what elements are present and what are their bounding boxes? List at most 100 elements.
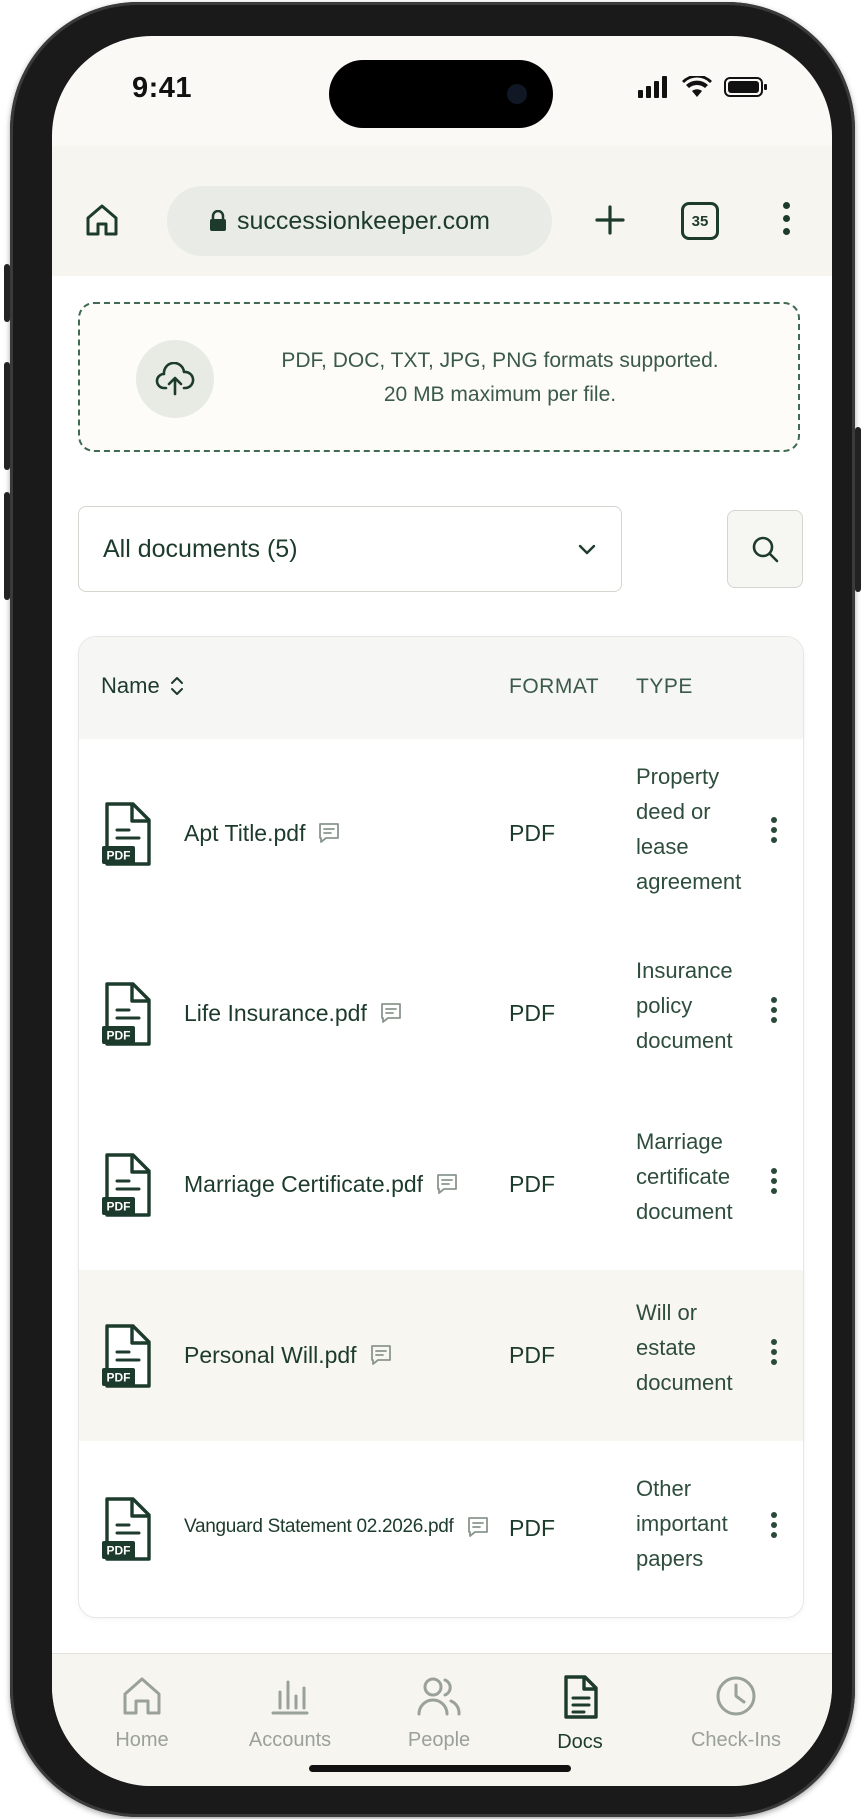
note-icon[interactable] [379, 1001, 403, 1025]
pdf-badge-label: PDF [107, 1544, 131, 1558]
header-name-label: Name [101, 673, 160, 698]
pdf-badge-label: PDF [107, 1199, 131, 1213]
file-name[interactable]: Marriage Certificate.pdf [184, 1171, 459, 1198]
home-indicator [309, 1765, 571, 1772]
row-more-options-icon[interactable] [771, 1335, 779, 1369]
pdf-file-icon: PDF [101, 1322, 153, 1395]
nav-people-label: People [407, 1729, 471, 1751]
file-format: PDF [509, 999, 555, 1026]
power-button [855, 427, 861, 592]
header-format: FORMAT [509, 675, 600, 698]
pdf-file-icon: PDF [101, 1151, 153, 1224]
file-name-text: Vanguard Statement 02.2026.pdf [184, 1516, 454, 1537]
nav-docs-label: Docs [557, 1731, 603, 1753]
action-button [4, 264, 10, 322]
phone-frame: 9:41 successionkeeper.com 35 PDF, DOC, T… [4, 2, 861, 1817]
file-name[interactable]: Vanguard Statement 02.2026.pdf [184, 1515, 490, 1539]
file-name-text: Apt Title.pdf [184, 819, 306, 846]
file-name[interactable]: Apt Title.pdf [184, 820, 341, 847]
file-name-text: Personal Will.pdf [184, 1341, 357, 1368]
nav-accounts[interactable]: Accounts [230, 1674, 350, 1752]
table-row[interactable]: PDF Life Insurance.pdf PDF Insurance pol… [79, 928, 803, 1100]
url-text: successionkeeper.com [237, 206, 490, 235]
volume-up-button [4, 362, 10, 470]
file-type: Marriage certificate document [636, 1129, 733, 1224]
row-more-options-icon[interactable] [771, 1508, 779, 1542]
file-format: PDF [509, 1170, 555, 1197]
nav-check-ins-label: Check-Ins [690, 1729, 782, 1751]
file-name[interactable]: Life Insurance.pdf [184, 1000, 403, 1027]
file-format: PDF [509, 819, 555, 846]
upload-dropzone[interactable]: PDF, DOC, TXT, JPG, PNG formats supporte… [78, 302, 800, 452]
filter-selected-value: All documents (5) [103, 534, 298, 563]
table-row[interactable]: PDF Marriage Certificate.pdf PDF Marriag… [79, 1099, 803, 1271]
note-icon[interactable] [466, 1515, 490, 1539]
upload-hint-size: 20 MB maximum per file. [383, 383, 617, 406]
file-format: PDF [509, 1515, 555, 1541]
upload-hint: PDF, DOC, TXT, JPG, PNG formats supporte… [250, 344, 750, 412]
documents-table: Name FORMAT TYPE PDF Apt Title.pdf PDF P… [78, 636, 804, 1618]
bar-chart-icon [271, 1680, 309, 1715]
nav-check-ins[interactable]: Check-Ins [676, 1674, 796, 1752]
lock-icon [210, 210, 226, 231]
battery-icon [724, 77, 767, 97]
file-name-text: Life Insurance.pdf [184, 999, 367, 1026]
document-icon [564, 1675, 598, 1719]
search-icon [752, 536, 779, 563]
pdf-file-icon: PDF [101, 1495, 153, 1568]
note-icon[interactable] [317, 821, 341, 845]
camera-icon [507, 84, 527, 104]
signal-icon [638, 76, 667, 98]
note-icon[interactable] [369, 1343, 393, 1367]
file-type: Other important papers [636, 1476, 728, 1571]
nav-docs[interactable]: Docs [520, 1674, 640, 1754]
upload-icon-circle [136, 340, 214, 418]
dynamic-island [329, 60, 553, 128]
pdf-badge-label: PDF [107, 848, 131, 862]
upload-hint-formats: PDF, DOC, TXT, JPG, PNG formats supporte… [281, 349, 719, 372]
file-name[interactable]: Personal Will.pdf [184, 1342, 393, 1369]
file-type: Will or estate document [636, 1300, 733, 1395]
status-icons [638, 76, 768, 98]
row-more-options-icon[interactable] [771, 813, 779, 847]
chevron-down-icon [578, 544, 596, 555]
table-header: Name FORMAT TYPE [79, 637, 803, 740]
sort-by-name-header[interactable]: Name [101, 673, 184, 699]
clock-icon [716, 1676, 756, 1716]
nav-accounts-label: Accounts [248, 1729, 332, 1751]
table-row[interactable]: PDF Apt Title.pdf PDF Property deed or l… [79, 739, 803, 929]
file-name-text: Marriage Certificate.pdf [184, 1170, 424, 1197]
browser-home-icon[interactable] [82, 200, 122, 240]
people-icon [417, 1677, 461, 1716]
search-button[interactable] [727, 510, 803, 588]
new-tab-plus-icon[interactable] [590, 200, 630, 240]
file-type: Insurance policy document [636, 958, 733, 1053]
file-format: PDF [509, 1341, 555, 1368]
note-icon[interactable] [435, 1172, 459, 1196]
browser-menu-icon[interactable] [776, 198, 796, 238]
nav-home-label: Home [115, 1729, 169, 1751]
nav-home[interactable]: Home [82, 1674, 202, 1752]
screen: 9:41 successionkeeper.com 35 PDF, DOC, T… [52, 36, 832, 1786]
status-bar: 9:41 [52, 36, 832, 146]
browser-toolbar: successionkeeper.com 35 [52, 146, 832, 277]
header-type: TYPE [636, 675, 693, 698]
wifi-icon [682, 76, 712, 97]
pdf-file-icon: PDF [101, 800, 153, 873]
pdf-file-icon: PDF [101, 980, 153, 1053]
document-filter-select[interactable]: All documents (5) [78, 506, 622, 592]
cloud-upload-icon [155, 362, 195, 396]
table-row[interactable]: PDF Vanguard Statement 02.2026.pdf PDF O… [79, 1441, 803, 1617]
pdf-badge-label: PDF [107, 1370, 131, 1384]
tab-count-button[interactable]: 35 [681, 202, 719, 240]
status-time: 9:41 [132, 72, 193, 104]
url-bar[interactable]: successionkeeper.com [167, 186, 552, 256]
file-type: Property deed or lease agreement [636, 764, 742, 894]
row-more-options-icon[interactable] [771, 1164, 779, 1198]
nav-people[interactable]: People [379, 1674, 499, 1752]
volume-down-button [4, 492, 10, 600]
home-icon [123, 1677, 161, 1715]
row-more-options-icon[interactable] [771, 993, 779, 1027]
table-row[interactable]: PDF Personal Will.pdf PDF Will or estate… [79, 1270, 803, 1442]
page-content: PDF, DOC, TXT, JPG, PNG formats supporte… [52, 276, 832, 1653]
